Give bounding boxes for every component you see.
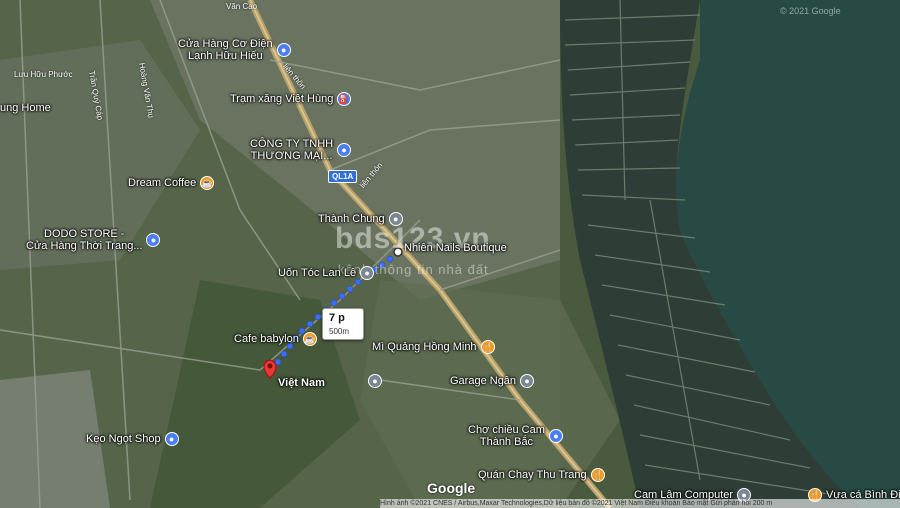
poi-label: Trạm xăng Việt Hùng (230, 93, 334, 105)
poi-huu-hieu[interactable]: Cửa Hàng Cơ Điện Lạnh Hữu Hiếu ● (178, 38, 291, 62)
poi-garage-ngan[interactable]: Garage Ngân ● (450, 374, 535, 388)
place-icon: ● (520, 374, 535, 388)
poi-quan-chay[interactable]: Quán Chay Thu Trang 🍴 (478, 468, 605, 482)
poi-label: Việt Nam (278, 377, 325, 389)
coffee-icon: ☕ (200, 176, 215, 190)
poi-label: CÔNG TY TNHH THƯƠNG MẠI... (250, 138, 334, 162)
poi-uon-toc[interactable]: Uốn Tóc Lan Lê ● (278, 266, 375, 280)
gas-station-icon: ⛽ (337, 92, 352, 106)
poi-mi-quang[interactable]: Mì Quảng Hồng Minh 🍴 (372, 340, 495, 354)
poi-dodo-store[interactable]: DODO STORE - Cửa Hàng Thời Trang... ● (26, 228, 161, 252)
poi-label: Nhiên Nails Boutique (404, 242, 507, 254)
place-icon: ● (368, 374, 382, 388)
poi-viet-nam[interactable]: Việt Nam (278, 377, 325, 389)
poi-dream-coffee[interactable]: Dream Coffee ☕ (128, 176, 215, 190)
shopping-bag-icon: ● (164, 432, 179, 446)
road-luu-huu-phuoc: Lưu Hữu Phước (14, 70, 73, 79)
poi-label: Kẹo Ngọt Shop (86, 433, 161, 445)
poi-cho-chieu[interactable]: Chợ chiều Cam Thành Bắc ● (468, 424, 563, 448)
road-van-cao: Văn Cao (226, 2, 258, 11)
poi-label: Garage Ngân (450, 375, 517, 387)
poi-label: DODO STORE - Cửa Hàng Thời Trang... (26, 228, 143, 252)
poi-label: ung Home (0, 102, 51, 114)
google-logo: Google (427, 480, 476, 496)
poi-label: Thành Chung (318, 213, 385, 225)
shopping-bag-icon: ● (146, 233, 161, 247)
poi-label: Quán Chay Thu Trang (478, 469, 587, 481)
poi-cong-ty[interactable]: CÔNG TY TNHH THƯƠNG MẠI... ● (250, 138, 352, 162)
poi-label: Cafe babylon (234, 333, 299, 345)
poi-thanh-chung[interactable]: Thành Chung ● (318, 212, 403, 226)
top-copyright: © 2021 Google (780, 6, 841, 16)
coffee-icon: ☕ (302, 332, 317, 346)
restaurant-icon: 🍴 (590, 468, 605, 482)
poi-nhien-nails[interactable]: Nhiên Nails Boutique (404, 242, 507, 254)
route-duration: 7 p (329, 312, 345, 324)
poi-label: Uốn Tóc Lan Lê (278, 267, 357, 279)
poi-label: Cửa Hàng Cơ Điện Lạnh Hữu Hiếu (178, 38, 273, 62)
highway-shield: QL1A (328, 170, 358, 183)
route-info-box[interactable]: 7 p 500m (322, 308, 364, 340)
restaurant-icon: 🍴 (480, 340, 495, 354)
place-icon: ● (360, 266, 375, 280)
shopping-bag-icon: ● (276, 43, 291, 57)
poi-keo-ngot[interactable]: Kẹo Ngọt Shop ● (86, 432, 179, 446)
poi-ung-home[interactable]: ung Home (0, 102, 51, 114)
map-footer: Hình ảnh ©2021 CNES / Airbus,Maxar Techn… (380, 499, 900, 508)
poi-label: Chợ chiều Cam Thành Bắc (468, 424, 545, 448)
poi-tram-xang[interactable]: Trạm xăng Việt Hùng ⛽ (230, 92, 352, 106)
poi-cafe-babylon[interactable]: Cafe babylon ☕ (234, 332, 317, 346)
shopping-bag-icon: ● (548, 429, 563, 443)
shopping-bag-icon: ● (337, 143, 352, 157)
poi-label: Mì Quảng Hồng Minh (372, 341, 477, 353)
poi-gray-dot[interactable]: ● (368, 374, 382, 388)
poi-label: Dream Coffee (128, 177, 197, 189)
place-icon: ● (388, 212, 403, 226)
route-distance: 500m (329, 327, 350, 336)
